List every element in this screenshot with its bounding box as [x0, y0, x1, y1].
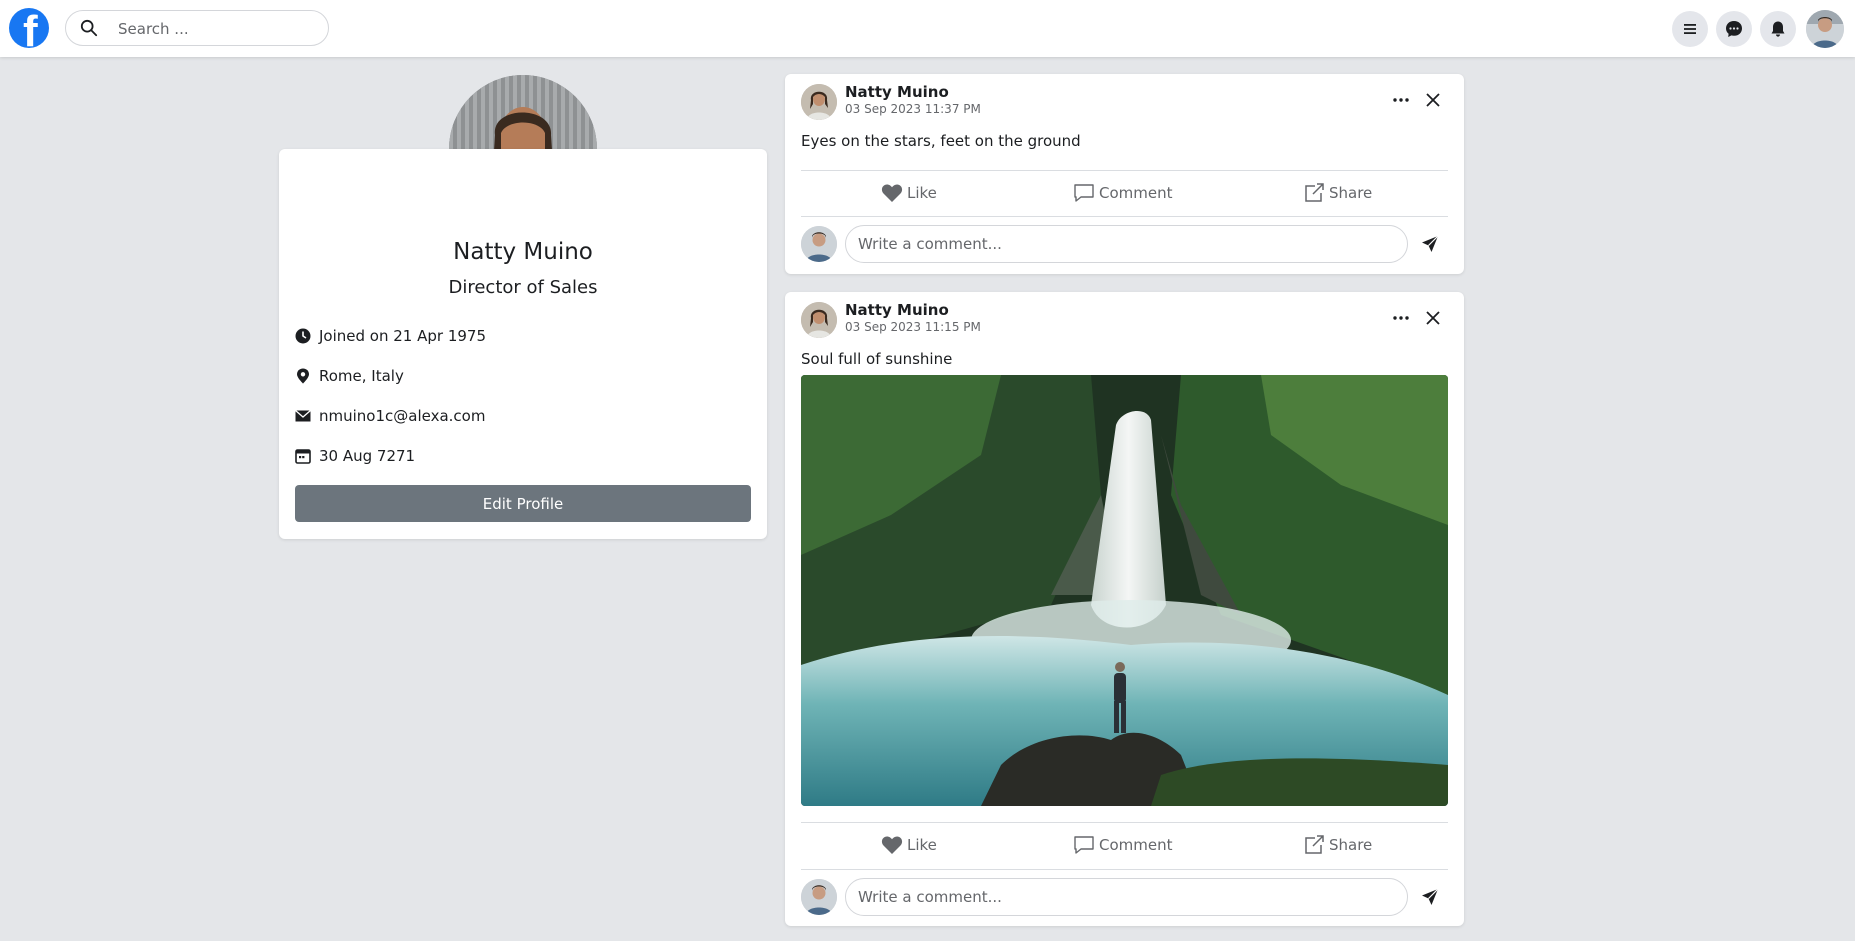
comment-user-avatar — [801, 226, 837, 262]
post-more-button[interactable] — [1391, 308, 1411, 328]
bell-icon — [1771, 21, 1785, 37]
profile-email-row: nmuino1c@alexa.com — [295, 404, 485, 428]
post-card: Natty Muino 03 Sep 2023 11:37 PM Eyes on… — [785, 74, 1464, 274]
post-author-name[interactable]: Natty Muino — [845, 301, 949, 319]
divider — [801, 170, 1448, 171]
post-image[interactable] — [801, 375, 1448, 806]
like-label: Like — [907, 836, 937, 854]
profile-location-row: Rome, Italy — [295, 364, 404, 388]
user-avatar-icon — [801, 879, 837, 915]
profile-location: Rome, Italy — [319, 367, 404, 385]
ellipsis-icon — [1393, 98, 1409, 102]
profile-title: Director of Sales — [448, 277, 598, 298]
profile-joined: Joined on 21 Apr 1975 — [319, 327, 486, 345]
profile-email: nmuino1c@alexa.com — [319, 407, 486, 425]
send-icon — [1422, 235, 1439, 252]
share-label: Share — [1329, 184, 1373, 202]
messenger-button[interactable] — [1716, 11, 1752, 47]
search-box[interactable] — [65, 10, 329, 46]
comment-input[interactable] — [845, 225, 1408, 263]
profile-card: Natty Muino Director of Sales Joined on … — [279, 149, 767, 539]
menu-icon — [1684, 24, 1696, 34]
post-author-avatar[interactable] — [801, 84, 837, 120]
comment-button[interactable]: Comment — [1073, 830, 1173, 860]
heart-icon — [881, 835, 903, 855]
post-close-button[interactable] — [1423, 90, 1443, 110]
user-avatar-icon — [1806, 10, 1844, 48]
post-timestamp: 03 Sep 2023 11:37 PM — [845, 102, 981, 116]
post-more-button[interactable] — [1391, 90, 1411, 110]
comment-label: Comment — [1099, 836, 1173, 854]
close-icon — [1426, 93, 1440, 107]
post-close-button[interactable] — [1423, 308, 1443, 328]
comment-label: Comment — [1099, 184, 1173, 202]
like-label: Like — [907, 184, 937, 202]
messenger-icon — [1726, 21, 1742, 37]
menu-button[interactable] — [1672, 11, 1708, 47]
facebook-logo[interactable]: f — [9, 8, 49, 48]
profile-date-row: 30 Aug 7271 — [295, 444, 415, 468]
envelope-icon — [295, 408, 311, 424]
send-comment-button[interactable] — [1420, 887, 1440, 907]
search-input[interactable] — [116, 17, 320, 41]
post-text: Soul full of sunshine — [801, 350, 953, 368]
logo-letter: f — [23, 8, 38, 49]
divider — [801, 822, 1448, 823]
author-photo — [801, 84, 837, 120]
post-text: Eyes on the stars, feet on the ground — [801, 132, 1081, 150]
close-icon — [1426, 311, 1440, 325]
top-navbar: f — [0, 0, 1855, 57]
profile-joined-row: Joined on 21 Apr 1975 — [295, 324, 486, 348]
heart-icon — [881, 183, 903, 203]
author-photo — [801, 302, 837, 338]
waterfall-photo — [801, 375, 1448, 806]
account-avatar[interactable] — [1806, 10, 1844, 48]
send-comment-button[interactable] — [1420, 234, 1440, 254]
location-pin-icon — [295, 368, 311, 384]
like-button[interactable]: Like — [881, 830, 937, 860]
share-external-icon — [1303, 183, 1325, 203]
ellipsis-icon — [1393, 316, 1409, 320]
comment-input[interactable] — [845, 878, 1408, 916]
send-icon — [1422, 888, 1439, 905]
post-timestamp: 03 Sep 2023 11:15 PM — [845, 320, 981, 334]
share-button[interactable]: Share — [1303, 178, 1372, 208]
like-button[interactable]: Like — [881, 178, 937, 208]
profile-name: Natty Muino — [453, 239, 593, 265]
comment-user-avatar — [801, 879, 837, 915]
post-card: Natty Muino 03 Sep 2023 11:15 PM Soul fu… — [785, 292, 1464, 926]
post-author-avatar[interactable] — [801, 302, 837, 338]
calendar-icon — [295, 448, 311, 464]
share-label: Share — [1329, 836, 1373, 854]
search-icon — [80, 19, 98, 37]
post-author-name[interactable]: Natty Muino — [845, 83, 949, 101]
divider — [801, 216, 1448, 217]
comment-bubble-icon — [1073, 835, 1095, 855]
user-avatar-icon — [801, 226, 837, 262]
profile-date: 30 Aug 7271 — [319, 447, 416, 465]
clock-icon — [295, 328, 311, 344]
comment-button[interactable]: Comment — [1073, 178, 1173, 208]
edit-profile-button[interactable]: Edit Profile — [295, 485, 751, 522]
divider — [801, 869, 1448, 870]
comment-bubble-icon — [1073, 183, 1095, 203]
notifications-button[interactable] — [1760, 11, 1796, 47]
share-external-icon — [1303, 835, 1325, 855]
share-button[interactable]: Share — [1303, 830, 1372, 860]
